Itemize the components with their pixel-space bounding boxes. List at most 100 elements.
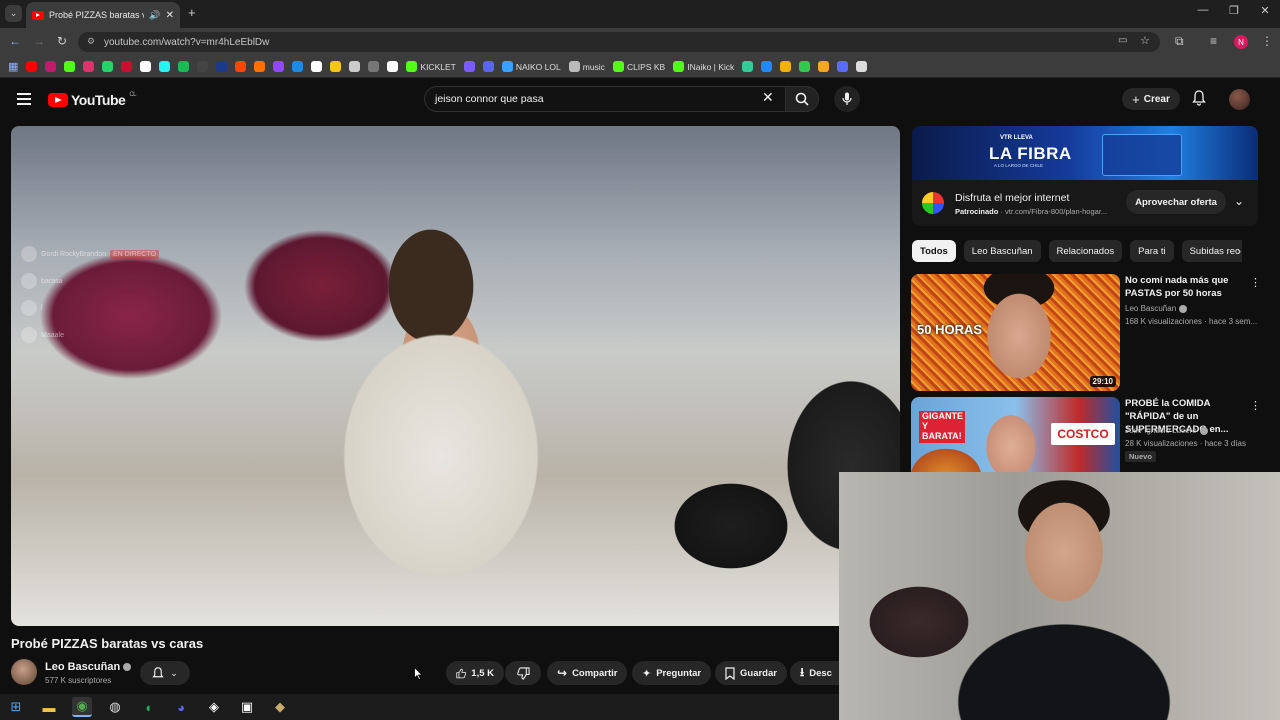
bookmark-item[interactable] — [195, 59, 210, 75]
recommended-video-title[interactable]: No comí nada más que PASTAS por 50 horas — [1125, 274, 1255, 300]
browser-tab-active[interactable]: Probé PIZZAS baratas vs caras 🔊 ✕ — [26, 2, 180, 28]
bookmark-item[interactable]: INaiko | Kick — [671, 59, 736, 75]
bookmark-item[interactable] — [138, 59, 153, 75]
bookmark-item[interactable]: music — [567, 59, 607, 75]
filter-chip[interactable]: Leo Bascuñan — [963, 240, 1041, 262]
recommended-video-1[interactable]: 50 HORAS 29:10 No comí nada más que PAST… — [911, 274, 1271, 391]
advertiser-logo-icon[interactable] — [922, 192, 944, 214]
bookmark-item[interactable] — [759, 59, 774, 75]
like-button[interactable]: 1,5 K — [446, 661, 504, 685]
tab-close-icon[interactable]: ✕ — [166, 10, 174, 21]
reading-list-icon[interactable]: ≡ — [1210, 34, 1217, 48]
search-input[interactable]: jeison connor que pasa — [424, 86, 789, 112]
video-thumbnail[interactable]: 50 HORAS 29:10 — [911, 274, 1120, 391]
bookmark-item[interactable] — [854, 59, 869, 75]
bookmark-item[interactable] — [309, 59, 324, 75]
site-info-icon[interactable]: ⚙ — [87, 36, 95, 47]
new-tab-button[interactable]: + — [188, 5, 196, 20]
video-player[interactable]: Gordi RockyBrandon EN DIRECTO barasa l Maaal… — [11, 126, 900, 626]
file-explorer-icon[interactable]: ▬ — [39, 697, 59, 717]
profile-avatar[interactable]: N — [1234, 35, 1248, 49]
chrome-icon[interactable]: ◉ — [72, 697, 92, 717]
filter-chip[interactable]: Relacionados — [1048, 240, 1123, 262]
bookmark-item[interactable] — [43, 59, 58, 75]
discord-icon[interactable]: ◕ — [171, 697, 191, 717]
bookmark-item[interactable] — [347, 59, 362, 75]
obs-icon[interactable]: ◍ — [105, 697, 125, 717]
reload-icon[interactable]: ↻ — [57, 34, 67, 48]
download-button[interactable]: ⭳ Desc — [790, 661, 839, 685]
bookmark-item[interactable]: KICKLET — [404, 59, 457, 75]
ad-cta-button[interactable]: Aprovechar oferta — [1126, 190, 1226, 214]
bookmark-item[interactable] — [81, 59, 96, 75]
extensions-icon[interactable]: ⧉ — [1175, 34, 1184, 49]
back-arrow-icon[interactable]: ← — [9, 34, 21, 48]
bookmark-item[interactable] — [214, 59, 229, 75]
bookmark-item[interactable] — [100, 59, 115, 75]
youtube-logo[interactable]: YouTube CL — [48, 92, 136, 108]
more-actions-icon[interactable]: ⋮ — [1250, 399, 1261, 412]
create-button[interactable]: + Crear — [1122, 88, 1180, 110]
share-button[interactable]: ↪ Compartir — [547, 661, 628, 685]
address-bar[interactable]: ⚙ youtube.com/watch?v=mr4hLeEblDw ▭ ☆ — [78, 32, 1160, 52]
user-avatar[interactable] — [1229, 89, 1250, 110]
filter-chip[interactable]: Todos — [912, 240, 956, 262]
bookmark-item[interactable] — [24, 59, 39, 75]
bookmark-item[interactable]: NAIKO LOL — [500, 59, 563, 75]
forward-arrow-icon[interactable]: → — [33, 34, 45, 48]
search-button[interactable] — [785, 86, 819, 112]
windows-start-icon[interactable]: ⊞ — [6, 697, 26, 717]
bookmark-item[interactable]: CLIPS KB — [611, 59, 667, 75]
bookmark-item[interactable] — [290, 59, 305, 75]
hamburger-menu-icon[interactable] — [17, 93, 31, 105]
bookmark-item[interactable] — [778, 59, 793, 75]
bookmark-item[interactable] — [157, 59, 172, 75]
bookmark-item[interactable] — [481, 59, 496, 75]
bookmark-item[interactable] — [816, 59, 831, 75]
streamlabs-icon[interactable]: ◈ — [204, 697, 224, 717]
epic-games-icon[interactable]: ▣ — [237, 697, 257, 717]
tab-search-button[interactable]: ⌄ — [5, 5, 22, 22]
restore-window-button[interactable]: ❐ — [1219, 4, 1249, 17]
bookmark-item[interactable] — [271, 59, 286, 75]
bookmark-item[interactable] — [740, 59, 755, 75]
bookmark-item[interactable] — [366, 59, 381, 75]
audio-playing-icon[interactable]: 🔊 — [149, 10, 160, 21]
cast-icon[interactable]: ▭ — [1118, 35, 1127, 46]
bookmark-item[interactable] — [119, 59, 134, 75]
bookmark-item[interactable] — [835, 59, 850, 75]
filter-chip[interactable]: Subidas rec — [1181, 240, 1242, 262]
chrome-menu-icon[interactable]: ⋮ — [1261, 34, 1273, 48]
bookmark-item[interactable] — [385, 59, 400, 75]
more-actions-icon[interactable]: ⋮ — [1250, 276, 1261, 289]
spotify-icon[interactable]: ◖ — [138, 697, 158, 717]
apps-grid-icon[interactable]: ▦ — [6, 59, 20, 75]
dislike-button[interactable] — [505, 661, 541, 685]
close-window-button[interactable]: ✕ — [1250, 4, 1280, 17]
voice-search-button[interactable] — [834, 86, 860, 112]
bookmark-item[interactable] — [62, 59, 77, 75]
recommended-video-2[interactable]: GIGANTE Y BARATA! COSTCO PROBÉ la COMIDA… — [911, 397, 1271, 472]
bookmark-item[interactable] — [252, 59, 267, 75]
ask-button[interactable]: ✦ Preguntar — [632, 661, 712, 685]
clear-search-icon[interactable]: ✕ — [762, 89, 774, 106]
notifications-button[interactable] — [1192, 90, 1206, 111]
bookmark-star-icon[interactable]: ☆ — [1140, 34, 1150, 47]
bookmark-item[interactable] — [176, 59, 191, 75]
league-of-legends-icon[interactable]: ◆ — [270, 697, 290, 717]
minimize-window-button[interactable]: — — [1188, 4, 1218, 16]
ad-title[interactable]: Disfruta el mejor internet — [955, 192, 1069, 204]
bookmark-item[interactable] — [797, 59, 812, 75]
save-button[interactable]: Guardar — [715, 661, 787, 685]
channel-name[interactable]: Leo Bascuñan — [45, 661, 132, 673]
ad-banner-image[interactable]: VTR LLEVA LA FIBRA A LO LARGO DE CHILE — [912, 126, 1258, 180]
filter-chip[interactable]: Para ti — [1130, 240, 1174, 262]
bookmark-item[interactable] — [328, 59, 343, 75]
bookmark-item[interactable] — [462, 59, 477, 75]
notification-preference-button[interactable]: ⌄ — [140, 661, 190, 685]
chevron-right-icon[interactable]: › — [1237, 244, 1241, 258]
chevron-down-icon[interactable]: ⌄ — [1234, 194, 1244, 208]
bookmark-item[interactable] — [233, 59, 248, 75]
video-thumbnail[interactable]: GIGANTE Y BARATA! COSTCO — [911, 397, 1120, 472]
channel-avatar[interactable] — [11, 659, 37, 685]
